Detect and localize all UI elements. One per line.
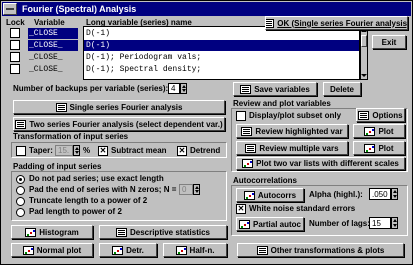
- review-icon: [241, 126, 253, 136]
- padding-option-radio[interactable]: [16, 186, 25, 195]
- long-name-list[interactable]: D(-1) D(-1) D(-1); Periodogram vals; D(-…: [83, 26, 360, 80]
- padding-option-radio[interactable]: [16, 197, 25, 206]
- backups-field[interactable]: 4: [168, 83, 180, 94]
- histogram-icon: [25, 227, 37, 237]
- pad-n-spinner[interactable]: [193, 184, 200, 195]
- autocorrs-button[interactable]: Autocorrs: [236, 188, 304, 202]
- histogram-button[interactable]: Histogram: [11, 225, 93, 239]
- plot-icon: [242, 159, 254, 168]
- lock-column-header: Lock: [6, 18, 25, 27]
- plot-multiple-button[interactable]: Plot: [353, 141, 405, 155]
- list-item[interactable]: D(-1); Spectral density;: [84, 64, 359, 75]
- taper-field[interactable]: 15.: [55, 145, 73, 156]
- half-normal-plot-icon: [175, 245, 187, 255]
- half-normal-plot-button[interactable]: Half-n.: [163, 243, 227, 257]
- padding-option-label: Do not pad series; use exact length: [29, 174, 164, 183]
- padding-group-title: Padding of input series: [13, 162, 102, 171]
- padding-option-radio[interactable]: [16, 175, 25, 184]
- lock-checkbox[interactable]: [10, 64, 20, 74]
- delete-button[interactable]: Delete: [323, 82, 361, 96]
- statistics-icon: [115, 227, 127, 237]
- list-scrollbar[interactable]: [360, 26, 368, 80]
- scroll-thumb[interactable]: [361, 35, 367, 47]
- subtract-mean-label: Subtract mean: [111, 146, 167, 155]
- variable-column-header: Variable: [34, 18, 65, 27]
- ok-icon: [266, 18, 275, 28]
- save-variables-button[interactable]: Save variables: [233, 82, 317, 96]
- plot-two-var-lists-button[interactable]: Plot two var lists with different scales: [236, 157, 405, 170]
- display-subset-checkbox[interactable]: [236, 111, 246, 121]
- display-subset-label: Display/plot subset only: [249, 111, 342, 120]
- scroll-down-icon[interactable]: [361, 72, 367, 79]
- partial-autocorr-icon: [238, 219, 250, 229]
- normal-plot-button[interactable]: Normal plot: [11, 243, 93, 257]
- save-icon: [240, 84, 252, 94]
- pad-n-field[interactable]: 0: [179, 184, 193, 195]
- other-transformations-button[interactable]: Other transformations & plots: [237, 243, 404, 257]
- detrended-plot-icon: [112, 245, 124, 255]
- options-icon: [358, 110, 370, 120]
- review-icon: [245, 143, 257, 153]
- taper-label: Taper:: [29, 146, 53, 155]
- lock-checkbox[interactable]: [10, 28, 20, 38]
- padding-option-label: Truncate length to a power of 2: [29, 196, 148, 205]
- review-multiple-button[interactable]: Review multiple vars: [236, 141, 348, 155]
- normal-plot-icon: [22, 245, 34, 255]
- taper-checkbox[interactable]: [16, 146, 26, 156]
- variable-name-cell[interactable]: _CLOSE_: [28, 40, 78, 51]
- two-series-button[interactable]: Two series Fourier analysis (select depe…: [13, 117, 225, 131]
- list-item[interactable]: D(-1); Periodogram vals;: [84, 52, 359, 63]
- variable-name-cell[interactable]: _CLOSE: [28, 28, 78, 39]
- padding-option-label: Pad length to power of 2: [29, 207, 122, 216]
- ok-button[interactable]: OK (Single series Fourier analysis): [265, 16, 408, 30]
- plot-icon: [364, 126, 376, 136]
- review-group-title: Review and plot variables: [233, 99, 331, 108]
- list-item[interactable]: D(-1): [84, 40, 359, 51]
- options-button[interactable]: Options: [356, 108, 405, 122]
- alpha-label: Alpha (highl.):: [309, 190, 363, 199]
- autocorr-icon: [243, 190, 255, 200]
- partial-autoc-button[interactable]: Partial autoc: [236, 217, 304, 231]
- plot-icon: [364, 143, 376, 153]
- window-title: Fourier (Spectral) Analysis: [22, 4, 137, 14]
- autocorrelations-group-title: Autocorrelations: [233, 176, 298, 185]
- review-highlighted-button[interactable]: Review highlighted var: [236, 124, 348, 138]
- exit-button[interactable]: Exit: [372, 35, 406, 49]
- fourier-icon: [15, 119, 27, 129]
- subtract-mean-checkbox[interactable]: ✕: [98, 146, 108, 156]
- detrend-checkbox[interactable]: ✕: [177, 146, 187, 156]
- alpha-field[interactable]: .050: [369, 188, 391, 200]
- fourier-icon: [55, 102, 67, 112]
- detrend-label: Detrend: [190, 146, 221, 155]
- variable-name-cell[interactable]: _CLOSE_: [28, 52, 78, 63]
- alpha-spinner[interactable]: [391, 188, 398, 200]
- lags-label: Number of lags:: [309, 219, 370, 228]
- single-series-button[interactable]: Single series Fourier analysis: [13, 100, 225, 114]
- transform-icon: [256, 245, 268, 255]
- plot-highlighted-button[interactable]: Plot: [353, 124, 405, 138]
- descriptive-statistics-button[interactable]: Descriptive statistics: [99, 225, 227, 239]
- lags-field[interactable]: 15: [369, 217, 391, 229]
- padding-option-label: Pad the end of series with N zeros; N =: [29, 185, 177, 194]
- title-bar: Fourier (Spectral) Analysis: [2, 2, 411, 16]
- backups-label: Number of backups per variable (series):: [13, 84, 169, 93]
- lags-spinner[interactable]: [391, 217, 398, 229]
- detrended-plot-button[interactable]: Detr.: [99, 243, 157, 257]
- variable-name-cell[interactable]: _CLOSE_: [28, 64, 78, 75]
- fourier-analysis-window: Fourier (Spectral) Analysis Lock Variabl…: [0, 0, 413, 265]
- taper-unit: %: [83, 146, 91, 155]
- taper-spinner[interactable]: [73, 145, 80, 156]
- transformation-group-title: Transformation of input series: [13, 132, 129, 141]
- white-noise-label: White noise standard errors: [249, 204, 356, 213]
- padding-option-radio[interactable]: [16, 208, 25, 217]
- backups-spinner[interactable]: [180, 83, 187, 94]
- white-noise-checkbox[interactable]: ✕: [236, 204, 246, 214]
- lock-checkbox[interactable]: [10, 40, 20, 50]
- lock-checkbox[interactable]: [10, 52, 20, 62]
- system-menu-icon[interactable]: [3, 3, 17, 15]
